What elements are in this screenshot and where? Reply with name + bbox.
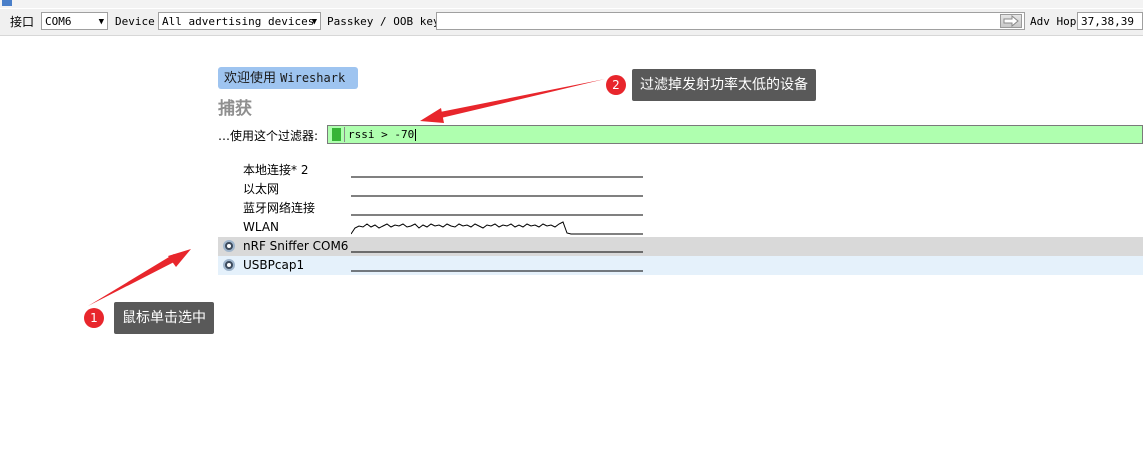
annotation-callout-1: 鼠标单击选中 — [114, 302, 214, 334]
annotation-arrowhead-1 — [168, 249, 191, 267]
annotation-callout-2: 过滤掉发射功率太低的设备 — [632, 69, 816, 101]
annotation-arrow-1 — [88, 254, 178, 306]
annotation-badge-2: 2 — [606, 75, 626, 95]
annotation-arrows — [88, 79, 605, 306]
annotation-arrowhead-2 — [420, 108, 444, 123]
annotation-badge-1: 1 — [84, 308, 104, 328]
annotation-arrow-2 — [440, 79, 605, 118]
